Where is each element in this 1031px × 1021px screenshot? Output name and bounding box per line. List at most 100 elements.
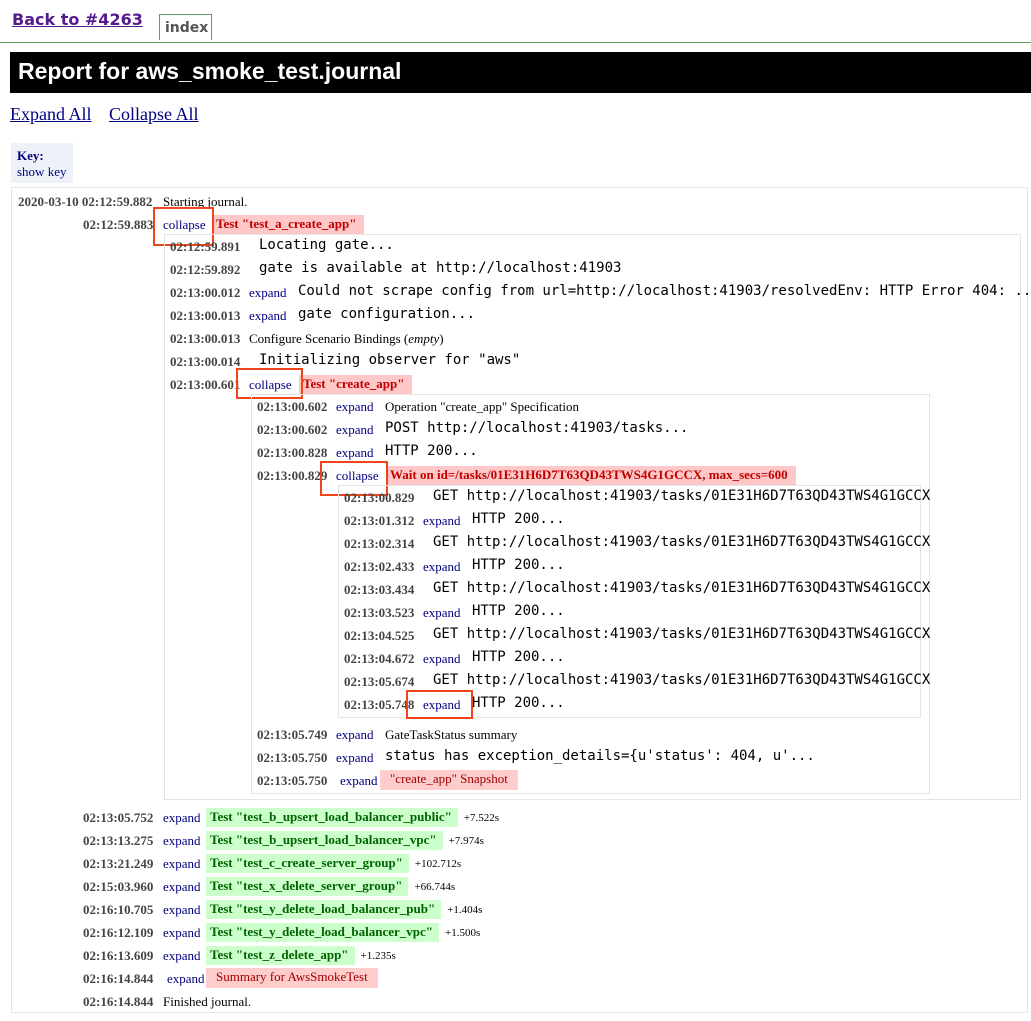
wait-title: Wait on id=/tasks/01E31H6D7T63QD43TWS4G1… (386, 466, 796, 485)
expand-link[interactable]: expand (340, 773, 378, 789)
test-row: Test "test_y_delete_load_balancer_pub" +1… (206, 900, 482, 919)
log-message: Could not scrape config from url=http://… (298, 283, 1031, 299)
timestamp: 02:13:00.013 (170, 308, 241, 323)
timestamp: 02:13:04.525 (344, 628, 415, 643)
timestamp: 02:12:59.891 (170, 239, 241, 254)
timestamp: 02:13:05.752 (83, 810, 154, 825)
timestamp: 02:16:13.609 (83, 948, 154, 963)
timestamp: 02:13:05.748 (344, 697, 415, 712)
tab-index[interactable]: index (159, 14, 212, 40)
page-title: Report for aws_smoke_test.journal (10, 52, 1031, 93)
timestamp: 02:13:02.433 (344, 559, 415, 574)
test-title: Test "test_c_create_server_group" (206, 854, 409, 873)
expand-test-link[interactable]: expand (163, 833, 201, 849)
test-title: Test "test_b_upsert_load_balancer_public… (206, 808, 458, 827)
test-row: Test "test_z_delete_app" +1.235s (206, 946, 396, 965)
timestamp: 02:13:00.602 (257, 399, 328, 414)
expand-test-link[interactable]: expand (163, 902, 201, 918)
log-message: gate configuration... (298, 306, 476, 322)
test-title: Test "test_x_delete_server_group" (206, 877, 409, 896)
show-key-link[interactable]: show key (17, 164, 73, 180)
timestamp: 02:16:10.705 (83, 902, 154, 917)
test-row: Test "test_y_delete_load_balancer_vpc" +1… (206, 923, 480, 942)
highlight-box (406, 690, 473, 719)
test-duration: +1.404s (447, 904, 483, 916)
timestamp: 02:13:00.012 (170, 285, 241, 300)
test-row: Test "test_b_upsert_load_balancer_public… (206, 808, 499, 827)
timestamp: 02:13:00.014 (170, 354, 241, 369)
expand-link[interactable]: expand (336, 399, 374, 415)
log-message: POST http://localhost:41903/tasks... (385, 420, 689, 436)
timestamp: 02:13:03.434 (344, 582, 415, 597)
timestamp: 02:13:02.314 (344, 536, 415, 551)
finish-text: Finished journal. (163, 994, 252, 1009)
expand-link[interactable]: expand (423, 513, 461, 529)
timestamp: 02:13:00.828 (257, 445, 328, 460)
timestamp: 02:13:05.749 (257, 727, 328, 742)
timestamp: 02:13:00.601 (170, 377, 241, 392)
timestamp: 02:13:00.013 (170, 331, 241, 346)
log-message: GET http://localhost:41903/tasks/01E31H6… (433, 672, 931, 688)
log-message: GET http://localhost:41903/tasks/01E31H6… (433, 488, 931, 504)
timestamp: 02:13:13.275 (83, 833, 154, 848)
expand-link[interactable]: expand (249, 308, 287, 324)
log-message: HTTP 200... (472, 695, 565, 711)
back-link[interactable]: Back to #4263 (12, 10, 143, 29)
expand-link[interactable]: expand (336, 445, 374, 461)
expand-link[interactable]: expand (336, 727, 374, 743)
log-message: Locating gate... (259, 237, 394, 253)
log-message: status has exception_details={u'status':… (385, 748, 815, 764)
test-title: Test "test_y_delete_load_balancer_vpc" (206, 923, 440, 942)
expand-link[interactable]: expand (423, 651, 461, 667)
key-box: Key: show key (11, 143, 73, 183)
expand-summary-link[interactable]: expand (167, 971, 205, 987)
expand-link[interactable]: expand (249, 285, 287, 301)
timestamp: 02:15:03.960 (83, 879, 154, 894)
log-message: GET http://localhost:41903/tasks/01E31H6… (433, 580, 931, 596)
log-message: HTTP 200... (472, 557, 565, 573)
timestamp: 02:13:01.312 (344, 513, 415, 528)
test-duration: +102.712s (414, 858, 462, 870)
expand-link[interactable]: expand (423, 559, 461, 575)
create-app-title: Test "create_app" (299, 375, 413, 394)
test-a-title: Test "test_a_create_app" (212, 215, 365, 234)
timestamp: 02:12:59.883 (83, 217, 154, 232)
test-title: Test "test_y_delete_load_balancer_pub" (206, 900, 442, 919)
log-message: HTTP 200... (472, 603, 565, 619)
timestamp: 02:13:21.249 (83, 856, 154, 871)
test-duration: +1.500s (445, 927, 481, 939)
log-message: HTTP 200... (472, 511, 565, 527)
log-message: GET http://localhost:41903/tasks/01E31H6… (433, 626, 931, 642)
log-message: HTTP 200... (385, 443, 478, 459)
expand-test-link[interactable]: expand (163, 856, 201, 872)
expand-all-link[interactable]: Expand All (10, 104, 92, 124)
expand-link[interactable]: expand (336, 750, 374, 766)
expand-collapse-controls: Expand All Collapse All (10, 104, 212, 125)
expand-link[interactable]: expand (423, 605, 461, 621)
top-nav: Back to #4263 index (0, 0, 1031, 43)
log-message: HTTP 200... (472, 649, 565, 665)
expand-test-link[interactable]: expand (163, 879, 201, 895)
test-row: Test "test_b_upsert_load_balancer_vpc" +7… (206, 831, 484, 850)
test-title: Test "test_z_delete_app" (206, 946, 355, 965)
log-message: gate is available at http://localhost:41… (259, 260, 622, 276)
timestamp: 02:16:14.844 (83, 971, 154, 986)
log-message: Operation "create_app" Specification (385, 399, 579, 414)
summary-title: Summary for AwsSmokeTest (206, 968, 378, 988)
timestamp: 02:13:00.602 (257, 422, 328, 437)
key-title: Key: (17, 148, 44, 163)
timestamp: 02:12:59.892 (170, 262, 241, 277)
expand-test-link[interactable]: expand (163, 925, 201, 941)
timestamp: 02:13:05.674 (344, 674, 415, 689)
expand-test-link[interactable]: expand (163, 810, 201, 826)
timestamp: 02:13:05.750 (257, 773, 328, 788)
timestamp: 02:13:05.750 (257, 750, 328, 765)
test-duration: +7.974s (448, 835, 484, 847)
log-message: GateTaskStatus summary (385, 727, 518, 742)
expand-test-link[interactable]: expand (163, 948, 201, 964)
expand-link[interactable]: expand (336, 422, 374, 438)
snapshot-title: "create_app" Snapshot (380, 770, 518, 790)
test-duration: +1.235s (360, 950, 396, 962)
collapse-all-link[interactable]: Collapse All (109, 104, 199, 124)
log-message: Initializing observer for "aws" (259, 352, 521, 368)
